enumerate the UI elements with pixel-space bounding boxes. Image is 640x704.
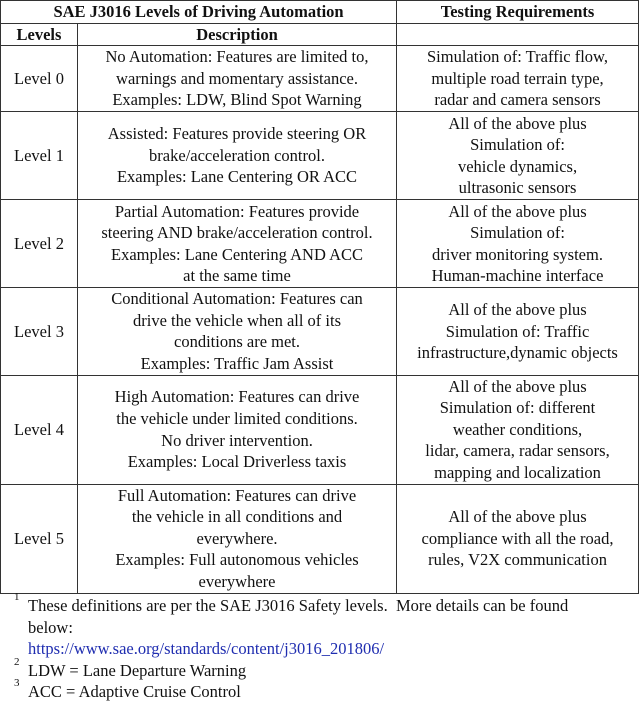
footnotes: 1 These definitions are per the SAE J3016… — [14, 591, 640, 703]
cell-text-line: brake/acceleration control. — [149, 145, 325, 165]
footnote-1: 1 These definitions are per the SAE J3016… — [14, 591, 640, 660]
sae-standard-link[interactable]: https://www.sae.org/standards/content/j3… — [28, 638, 640, 660]
table-row: Level 5 Full Automation: Features can dri… — [0, 483, 640, 594]
group-header-levels: SAE J3016 Levels of Driving Automation — [0, 0, 398, 24]
cell-text-line: Full Automation: Features can drive — [117, 485, 357, 505]
cell-text-line: High Automation: Features can drive — [114, 387, 360, 407]
description-cell: No Automation: Features are limited to, w… — [76, 45, 398, 113]
level-cell: Level 3 — [0, 287, 78, 376]
footnote-text: These definitions are per the SAE J3016 … — [28, 596, 569, 615]
cell-text-line: Examples: Local Driverless taxis — [127, 452, 347, 472]
column-header-levels: Levels — [0, 22, 78, 47]
testing-cell: All of the above plus compliance with all… — [396, 483, 640, 594]
cell-text-line: Examples: Traffic Jam Assist — [140, 353, 334, 373]
cell-text-line: steering AND brake/acceleration control. — [101, 223, 373, 243]
table-row: Level 3 Conditional Automation: Features … — [0, 287, 640, 376]
cell-text-line: the vehicle under limited conditions. — [116, 408, 358, 428]
cell-text-line: rules, V2X communication — [428, 550, 607, 570]
driving-automation-table: SAE J3016 Levels of Driving Automation T… — [0, 0, 640, 594]
cell-text-line: Assisted: Features provide steering OR — [107, 124, 367, 144]
footnote-2: 2 LDW = Lane Departure Warning — [14, 655, 640, 682]
cell-text-line: everywhere. — [196, 528, 278, 548]
level-cell: Level 4 — [0, 374, 78, 485]
cell-text-line: Human-machine interface — [431, 266, 604, 286]
footnote-3: 3 ACC = Adaptive Cruise Control — [14, 677, 640, 703]
table-row: Level 0 No Automation: Features are limit… — [0, 45, 640, 113]
cell-text-line: No Automation: Features are limited to, — [105, 47, 369, 67]
testing-cell: All of the above plus Simulation of: Traf… — [396, 287, 640, 376]
testing-cell: All of the above plus Simulation of: diff… — [396, 374, 640, 485]
testing-cell: All of the above plus Simulation of: vehic… — [396, 111, 640, 201]
cell-text-line: warnings and momentary assistance. — [116, 68, 358, 88]
column-header-description: Description — [76, 22, 398, 47]
description-cell: Assisted: Features provide steering OR br… — [76, 111, 398, 201]
description-cell: Partial Automation: Features provide stee… — [76, 199, 398, 289]
group-header-testing: Testing Requirements — [396, 0, 640, 24]
description-cell: Full Automation: Features can drive the v… — [76, 483, 398, 594]
cell-text-line: Simulation of: Traffic — [445, 321, 590, 341]
cell-text-line: All of the above plus — [448, 299, 587, 319]
footnote-text: ACC = Adaptive Cruise Control — [28, 682, 241, 702]
cell-text-line: lidar, camera, radar sensors, — [425, 441, 610, 461]
level-cell: Level 5 — [0, 483, 78, 594]
cell-text-line: radar and camera sensors — [434, 90, 601, 110]
cell-text-line: Examples: Full autonomous vehicles — [115, 550, 359, 570]
testing-cell: All of the above plus Simulation of: drive… — [396, 199, 640, 289]
cell-text-line: No driver intervention. — [161, 430, 313, 450]
table-row: Level 4 High Automation: Features can dri… — [0, 374, 640, 485]
cell-text-line: Partial Automation: Features provide — [114, 201, 360, 221]
footnote-mark: 2 — [14, 655, 20, 668]
cell-text-line: weather conditions, — [452, 419, 583, 439]
cell-text-line: vehicle dynamics, — [457, 156, 578, 176]
cell-text-line: Simulation of: — [470, 223, 565, 243]
cell-text-line: All of the above plus — [448, 507, 587, 527]
cell-text-line: the vehicle in all conditions and — [131, 507, 343, 527]
footnote-mark: 1 — [14, 591, 20, 603]
cell-text-line: Simulation of: Traffic flow, — [426, 47, 609, 67]
footnote-mark: 3 — [14, 677, 20, 690]
cell-text-line: All of the above plus — [448, 201, 587, 221]
cell-text-line: Examples: Lane Centering AND ACC — [110, 244, 364, 264]
cell-text-line: at the same time — [183, 266, 291, 286]
column-header-testing — [396, 22, 640, 47]
footnote-text: below: — [28, 617, 73, 637]
level-cell: Level 2 — [0, 199, 78, 289]
description-cell: High Automation: Features can drive the v… — [76, 374, 398, 485]
cell-text-line: conditions are met. — [174, 332, 301, 352]
description-cell: Conditional Automation: Features can driv… — [76, 287, 398, 376]
table-body: Level 0 No Automation: Features are limit… — [0, 45, 640, 594]
table-row: Level 1 Assisted: Features provide steeri… — [0, 111, 640, 201]
table-header-row: Levels Description — [0, 22, 640, 47]
cell-text-line: Examples: Lane Centering OR ACC — [116, 167, 358, 187]
cell-text-line: All of the above plus — [448, 113, 587, 133]
testing-cell: Simulation of: Traffic flow, multiple roa… — [396, 45, 640, 113]
cell-text-line: compliance with all the road, — [421, 528, 614, 548]
level-cell: Level 0 — [0, 45, 78, 113]
table-row: Level 2 Partial Automation: Features prov… — [0, 199, 640, 289]
cell-text-line: mapping and localization — [434, 462, 601, 482]
cell-text-line: multiple road terrain type, — [431, 68, 604, 88]
cell-text-line: Simulation of: different — [439, 398, 596, 418]
level-cell: Level 1 — [0, 111, 78, 201]
cell-text-line: ultrasonic sensors — [458, 178, 577, 198]
cell-text-line: infrastructure,dynamic objects — [417, 343, 618, 363]
cell-text-line: Simulation of: — [470, 135, 565, 155]
table-group-header-row: SAE J3016 Levels of Driving Automation T… — [0, 0, 640, 24]
cell-text-line: Examples: LDW, Blind Spot Warning — [112, 90, 362, 110]
cell-text-line: Conditional Automation: Features can — [111, 289, 363, 309]
cell-text-line: driver monitoring system. — [432, 244, 603, 264]
cell-text-line: drive the vehicle when all of its — [133, 310, 342, 330]
cell-text-line: everywhere — [198, 571, 276, 591]
footnote-text: LDW = Lane Departure Warning — [28, 660, 247, 680]
cell-text-line: All of the above plus — [448, 376, 587, 396]
